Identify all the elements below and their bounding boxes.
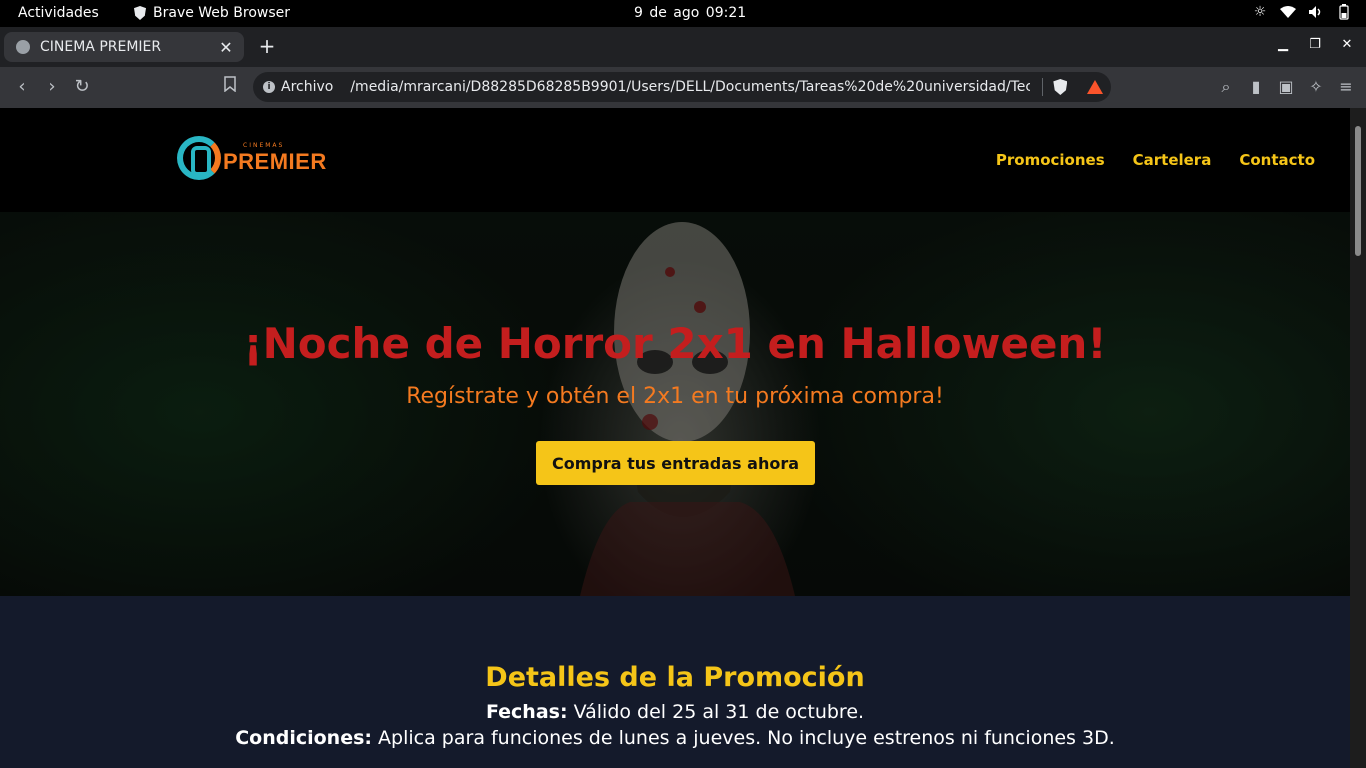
brave-shields-icon[interactable]: [1053, 79, 1068, 95]
close-window-icon[interactable]: ✕: [1338, 37, 1356, 52]
nav-contacto[interactable]: Contacto: [1239, 151, 1315, 169]
restore-icon[interactable]: ❐: [1306, 37, 1324, 52]
nav-cartelera[interactable]: Cartelera: [1133, 151, 1212, 169]
dates-label: Fechas:: [485, 701, 568, 723]
web-page: CINEMAS PREMIER Promociones Cartelera Co…: [0, 108, 1350, 768]
conditions-line: Condiciones: Aplica para funciones de lu…: [0, 727, 1350, 749]
address-bar[interactable]: i Archivo /media/mrarcani/D88285D68285B9…: [253, 72, 1111, 102]
conditions-text: Aplica para funciones de lunes a jueves.…: [372, 727, 1115, 749]
browser-toolbar: ‹ › ↻ i Archivo /media/mrarcani/D88285D6…: [0, 67, 1366, 108]
brave-lion-icon: [134, 6, 146, 20]
battery-icon: [1336, 4, 1352, 20]
url-scheme: Archivo: [281, 79, 334, 95]
info-icon[interactable]: i: [263, 81, 275, 93]
search-tab-icon[interactable]: ⌕: [1218, 77, 1234, 97]
activities-button[interactable]: Actividades: [18, 5, 99, 21]
sidebar-icon[interactable]: ▮: [1248, 77, 1264, 97]
url-separator: [1042, 78, 1044, 96]
reload-icon[interactable]: ↻: [70, 75, 94, 99]
logo-wordmark: CINEMAS PREMIER: [223, 142, 327, 175]
hero-title: ¡Noche de Horror 2x1 en Halloween!: [243, 319, 1107, 368]
dates-text: Válido del 25 al 31 de octubre.: [567, 701, 865, 723]
back-icon[interactable]: ‹: [10, 75, 34, 99]
clock[interactable]: 9 de ago 09:21: [634, 5, 746, 21]
app-menu[interactable]: Brave Web Browser: [134, 5, 290, 21]
buy-tickets-button[interactable]: Compra tus entradas ahora: [536, 441, 815, 485]
tab-strip: CINEMA PREMIER ✕ + ▁ ❐ ✕: [0, 27, 1366, 67]
bookmark-icon[interactable]: [218, 75, 242, 99]
promotion-details: Detalles de la Promoción Fechas: Válido …: [0, 596, 1350, 768]
window-controls: ▁ ❐ ✕: [1274, 37, 1356, 52]
system-tray[interactable]: ☼: [1252, 4, 1352, 20]
leo-ai-icon[interactable]: ✧: [1308, 77, 1324, 97]
logo-mark-icon: [177, 136, 221, 180]
app-name-label: Brave Web Browser: [153, 5, 290, 21]
conditions-label: Condiciones:: [235, 727, 373, 749]
tab-title: CINEMA PREMIER: [40, 39, 162, 55]
wifi-icon: [1280, 4, 1296, 20]
page-scrollbar[interactable]: [1350, 108, 1366, 768]
url-text[interactable]: /media/mrarcani/D88285D68285B9901/Users/…: [350, 79, 1030, 95]
logo-small-text: CINEMAS: [243, 141, 285, 149]
brave-rewards-icon[interactable]: [1087, 80, 1104, 94]
main-nav: Promociones Cartelera Contacto: [996, 151, 1315, 169]
logo-big-text: PREMIER: [223, 148, 327, 174]
forward-icon[interactable]: ›: [40, 75, 64, 99]
cinema-premier-logo[interactable]: CINEMAS PREMIER: [177, 136, 327, 180]
hero-subtitle: Regístrate y obtén el 2x1 en tu próxima …: [406, 384, 944, 409]
minimize-icon[interactable]: ▁: [1274, 37, 1292, 52]
brightness-icon: ☼: [1253, 4, 1267, 20]
toolbar-actions: ⌕ ▮ ▣ ✧ ≡: [1218, 77, 1354, 97]
close-tab-icon[interactable]: ✕: [216, 38, 236, 57]
site-header: CINEMAS PREMIER Promociones Cartelera Co…: [0, 108, 1350, 212]
new-tab-button[interactable]: +: [256, 35, 278, 57]
system-top-bar: Actividades Brave Web Browser 9 de ago 0…: [0, 0, 1366, 27]
wallet-icon[interactable]: ▣: [1278, 77, 1294, 97]
dates-line: Fechas: Válido del 25 al 31 de octubre.: [0, 701, 1350, 723]
volume-icon: [1308, 4, 1324, 20]
nav-promociones[interactable]: Promociones: [996, 151, 1105, 169]
hero-banner: ¡Noche de Horror 2x1 en Halloween! Regís…: [0, 212, 1350, 596]
details-title: Detalles de la Promoción: [485, 662, 865, 693]
tab-cinema-premier[interactable]: CINEMA PREMIER ✕: [4, 32, 244, 62]
menu-icon[interactable]: ≡: [1338, 77, 1354, 97]
globe-icon: [16, 40, 30, 54]
scrollbar-thumb[interactable]: [1355, 126, 1361, 256]
